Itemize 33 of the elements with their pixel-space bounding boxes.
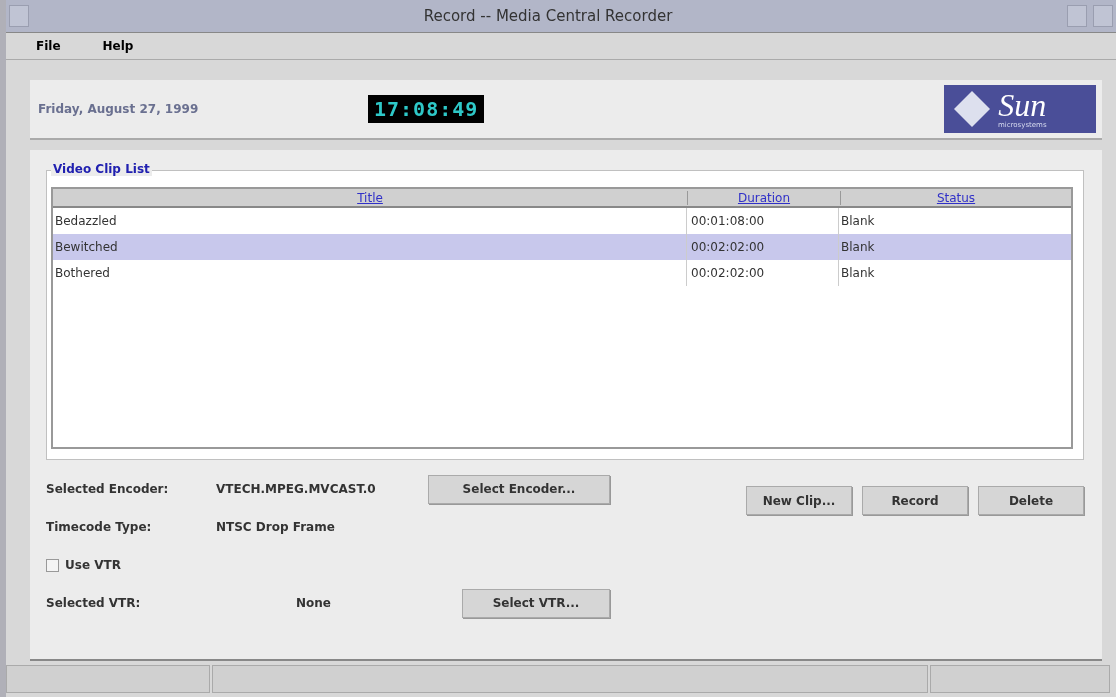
- action-button[interactable]: Delete: [978, 486, 1084, 515]
- action-button[interactable]: New Clip...: [746, 486, 852, 515]
- logo-name: Sun: [998, 89, 1047, 121]
- table-row[interactable]: Bewitched 00:02:02:00 Blank: [53, 234, 1071, 260]
- vtr-value: None: [295, 596, 332, 610]
- timecode-label: Timecode Type:: [46, 520, 153, 534]
- column-header[interactable]: Title: [53, 190, 688, 205]
- use-vtr-label: Use VTR: [65, 558, 121, 572]
- timecode-value: NTSC Drop Frame: [216, 520, 335, 534]
- column-header[interactable]: Duration: [688, 190, 841, 205]
- window-title: Record -- Media Central Recorder: [422, 7, 674, 25]
- diamond-logo-icon: [952, 89, 992, 129]
- table-cell: Bewitched: [53, 234, 687, 260]
- menu-item[interactable]: File: [36, 39, 61, 53]
- encoder-label: Selected Encoder:: [46, 482, 170, 496]
- use-vtr-checkbox[interactable]: [46, 558, 59, 572]
- table-cell-text: Blank: [840, 213, 876, 230]
- table-cell-text: Blank: [840, 239, 876, 256]
- action-button[interactable]: Record: [862, 486, 968, 515]
- vtr-label: Selected VTR:: [46, 596, 142, 610]
- group-title: Video Clip List: [51, 162, 152, 176]
- encoder-value: VTECH.MPEG.MVCAST.0: [216, 482, 377, 496]
- table-cell-text: Blank: [840, 265, 876, 282]
- menu-item[interactable]: Help: [102, 39, 134, 53]
- date-label: Friday, August 27, 1999: [38, 102, 200, 116]
- column-header[interactable]: Status: [841, 190, 1071, 205]
- digital-clock: 17:08:49: [368, 95, 485, 123]
- table-cell: 00:02:02:00: [687, 260, 839, 286]
- select-encoder-button[interactable]: Select Encoder...: [428, 474, 610, 504]
- table-cell: 00:02:02:00: [687, 234, 839, 260]
- table-row[interactable]: Bothered 00:02:02:00 Blank: [53, 260, 1071, 286]
- table-cell: Bothered: [53, 260, 687, 286]
- select-vtr-button[interactable]: Select VTR...: [462, 588, 610, 618]
